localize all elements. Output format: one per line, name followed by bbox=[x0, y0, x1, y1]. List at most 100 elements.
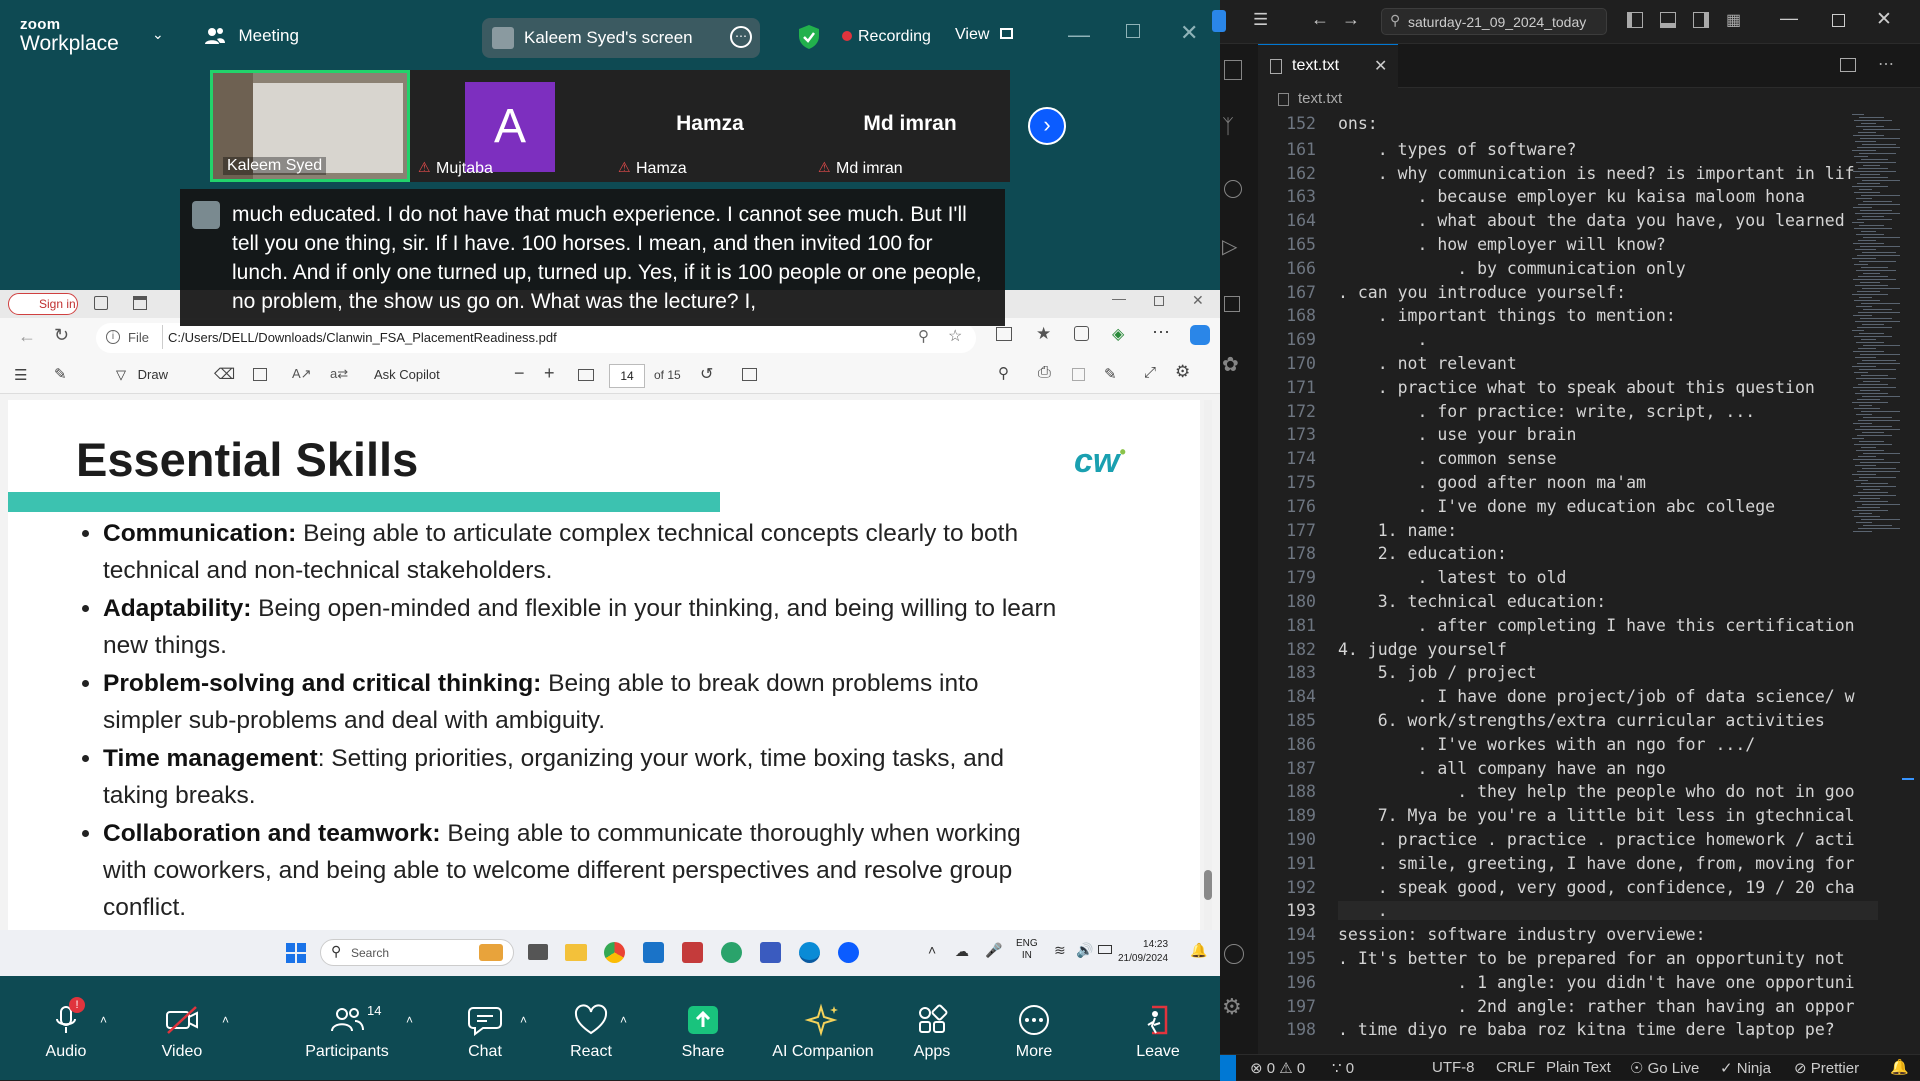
maximize-icon[interactable] bbox=[1154, 296, 1164, 306]
more-button[interactable]: More bbox=[979, 985, 1089, 1080]
code-line[interactable]: . why communication is need? is importan… bbox=[1338, 164, 1878, 183]
view-button[interactable]: View bbox=[955, 26, 1013, 44]
code-line[interactable]: . smile, greeting, I have done, from, mo… bbox=[1338, 854, 1878, 873]
task-view-icon[interactable] bbox=[528, 944, 548, 960]
apps-button[interactable]: Apps bbox=[877, 985, 987, 1080]
search-icon[interactable]: ⚲ bbox=[998, 364, 1009, 382]
word-icon[interactable] bbox=[760, 942, 781, 963]
tab-text-txt[interactable]: text.txt ✕ bbox=[1258, 44, 1398, 88]
code-line[interactable]: . for practice: write, script, ... bbox=[1338, 402, 1878, 421]
code-line[interactable]: 2. education: bbox=[1338, 544, 1878, 563]
print-icon[interactable]: ⎙ bbox=[1038, 364, 1051, 382]
whatsapp-icon[interactable] bbox=[721, 942, 742, 963]
notifications-icon[interactable]: 🔔 bbox=[1890, 1058, 1909, 1076]
chevron-up-icon[interactable]: ˄ bbox=[520, 1013, 527, 1027]
zoom-icon[interactable]: ⚲ bbox=[918, 327, 929, 345]
code-line[interactable]: 6. work/strengths/extra curricular activ… bbox=[1338, 711, 1878, 730]
code-line[interactable]: . practice . practice . practice homewor… bbox=[1338, 830, 1878, 849]
draw-button[interactable]: ▽ Draw bbox=[116, 367, 168, 383]
back-icon[interactable]: ← bbox=[1311, 9, 1329, 30]
code-line[interactable]: . use your brain bbox=[1338, 425, 1878, 444]
page-number-input[interactable]: 14 bbox=[609, 364, 645, 388]
volume-icon[interactable]: 🔊 bbox=[1076, 942, 1093, 959]
mic-icon[interactable]: 🎤 bbox=[985, 942, 1002, 959]
tab-actions-icon[interactable] bbox=[133, 296, 147, 310]
maximize-icon[interactable] bbox=[1832, 14, 1845, 27]
recording-indicator[interactable]: Recording bbox=[842, 28, 931, 46]
forward-icon[interactable]: → bbox=[1342, 9, 1360, 30]
next-participants-icon[interactable]: › bbox=[1028, 107, 1066, 145]
video-button[interactable]: Video bbox=[127, 985, 237, 1080]
maximize-icon[interactable] bbox=[1126, 24, 1140, 38]
account-icon[interactable] bbox=[1224, 944, 1244, 964]
contents-icon[interactable]: ☰ bbox=[14, 366, 27, 384]
command-center-search[interactable]: ⚲ saturday-21_09_2024_today bbox=[1381, 8, 1607, 35]
copilot-icon[interactable]: ✿ bbox=[1222, 352, 1239, 377]
chevron-up-icon[interactable]: ˄ bbox=[222, 1013, 229, 1027]
chevron-down-icon[interactable]: ⌄ bbox=[152, 26, 164, 43]
scrollbar-thumb[interactable] bbox=[1204, 870, 1212, 900]
code-line[interactable]: 7. Mya be you're a little bit less in gt… bbox=[1338, 806, 1878, 825]
file-explorer-icon[interactable] bbox=[565, 944, 587, 961]
chat-button[interactable]: Chat bbox=[430, 985, 540, 1080]
outlook-icon[interactable] bbox=[643, 942, 664, 963]
encoding-indicator[interactable]: UTF-8 bbox=[1432, 1059, 1475, 1076]
close-icon[interactable]: ✕ bbox=[1192, 292, 1204, 309]
two-page-icon[interactable] bbox=[742, 368, 757, 381]
code-line[interactable]: . I've done my education abc college bbox=[1338, 497, 1878, 516]
chrome-icon[interactable] bbox=[604, 942, 625, 963]
code-line[interactable]: . practice what to speak about this ques… bbox=[1338, 378, 1878, 397]
close-tab-icon[interactable]: ✕ bbox=[1374, 56, 1387, 76]
collections-icon[interactable] bbox=[94, 296, 108, 310]
participant-tile[interactable]: Hamza ⚠ Hamza bbox=[610, 70, 810, 182]
ai-companion-button[interactable]: AI Companion bbox=[767, 985, 879, 1080]
audio-button[interactable]: ! Audio bbox=[11, 985, 121, 1080]
code-line[interactable]: . not relevant bbox=[1338, 354, 1878, 373]
close-icon[interactable]: ✕ bbox=[1180, 20, 1198, 46]
edge-icon[interactable] bbox=[799, 942, 820, 963]
run-debug-icon[interactable]: ▷ bbox=[1222, 234, 1237, 259]
extension-icon[interactable]: ◈ bbox=[1112, 324, 1124, 344]
code-line[interactable]: . latest to old bbox=[1338, 568, 1878, 587]
split-editor-icon[interactable] bbox=[1840, 58, 1856, 72]
code-line[interactable]: . It's better to be prepared for an oppo… bbox=[1338, 949, 1878, 968]
react-button[interactable]: React bbox=[536, 985, 646, 1080]
zoom-out-icon[interactable]: − bbox=[514, 363, 525, 384]
minimap[interactable] bbox=[1848, 114, 1908, 614]
favorite-icon[interactable]: ☆ bbox=[948, 326, 962, 346]
more-icon[interactable]: ⋯ bbox=[1152, 322, 1170, 343]
ninja-indicator[interactable]: ✓ Ninja bbox=[1720, 1059, 1771, 1077]
ask-copilot-button[interactable]: Ask Copilot bbox=[374, 367, 440, 382]
shield-check-icon[interactable] bbox=[798, 24, 820, 50]
snipping-tool-icon[interactable] bbox=[682, 942, 703, 963]
close-icon[interactable]: ✕ bbox=[1876, 8, 1892, 31]
clock[interactable]: 14:23 21/09/2024 bbox=[1118, 938, 1168, 966]
minimize-icon[interactable]: — bbox=[1780, 8, 1798, 29]
favorites-icon[interactable]: ★ bbox=[1036, 324, 1051, 344]
onedrive-icon[interactable]: ☁ bbox=[955, 943, 969, 960]
leave-button[interactable]: Leave bbox=[1103, 985, 1213, 1080]
language-indicator[interactable]: ENG IN bbox=[1016, 938, 1038, 962]
code-line[interactable]: . bbox=[1338, 330, 1878, 349]
ports-indicator[interactable]: ∵ 0 bbox=[1332, 1059, 1354, 1077]
code-line[interactable]: 3. technical education: bbox=[1338, 592, 1878, 611]
code-line[interactable]: . time diyo re baba roz kitna time dere … bbox=[1338, 1020, 1878, 1039]
code-line[interactable]: . how employer will know? bbox=[1338, 235, 1878, 254]
rotate-icon[interactable]: ↺ bbox=[700, 364, 713, 384]
code-line[interactable]: . they help the people who do not in goo bbox=[1338, 782, 1878, 801]
code-line[interactable]: . by communication only bbox=[1338, 259, 1878, 278]
problems-indicator[interactable]: ⊗ 0 ⚠ 0 bbox=[1250, 1059, 1305, 1077]
code-line[interactable]: . common sense bbox=[1338, 449, 1878, 468]
layout-icon[interactable]: ▦ bbox=[1726, 10, 1741, 30]
more-options-icon[interactable]: ⋯ bbox=[730, 26, 752, 48]
chevron-up-icon[interactable]: ˄ bbox=[928, 942, 936, 958]
fullscreen-icon[interactable]: ⤢ bbox=[1144, 364, 1156, 381]
code-line[interactable]: 4. judge yourself bbox=[1338, 640, 1878, 659]
save-as-icon[interactable]: ✎ bbox=[1104, 365, 1117, 383]
code-line[interactable]: . can you introduce yourself: bbox=[1338, 283, 1878, 302]
collections-icon[interactable] bbox=[1074, 326, 1089, 341]
code-line[interactable]: . I've workes with an ngo for .../ bbox=[1338, 735, 1878, 754]
code-line[interactable]: . because employer ku kaisa maloom hona bbox=[1338, 187, 1878, 206]
participant-tile[interactable]: A ⚠ Mujtaba bbox=[410, 70, 610, 182]
page-view-icon[interactable] bbox=[253, 368, 267, 381]
